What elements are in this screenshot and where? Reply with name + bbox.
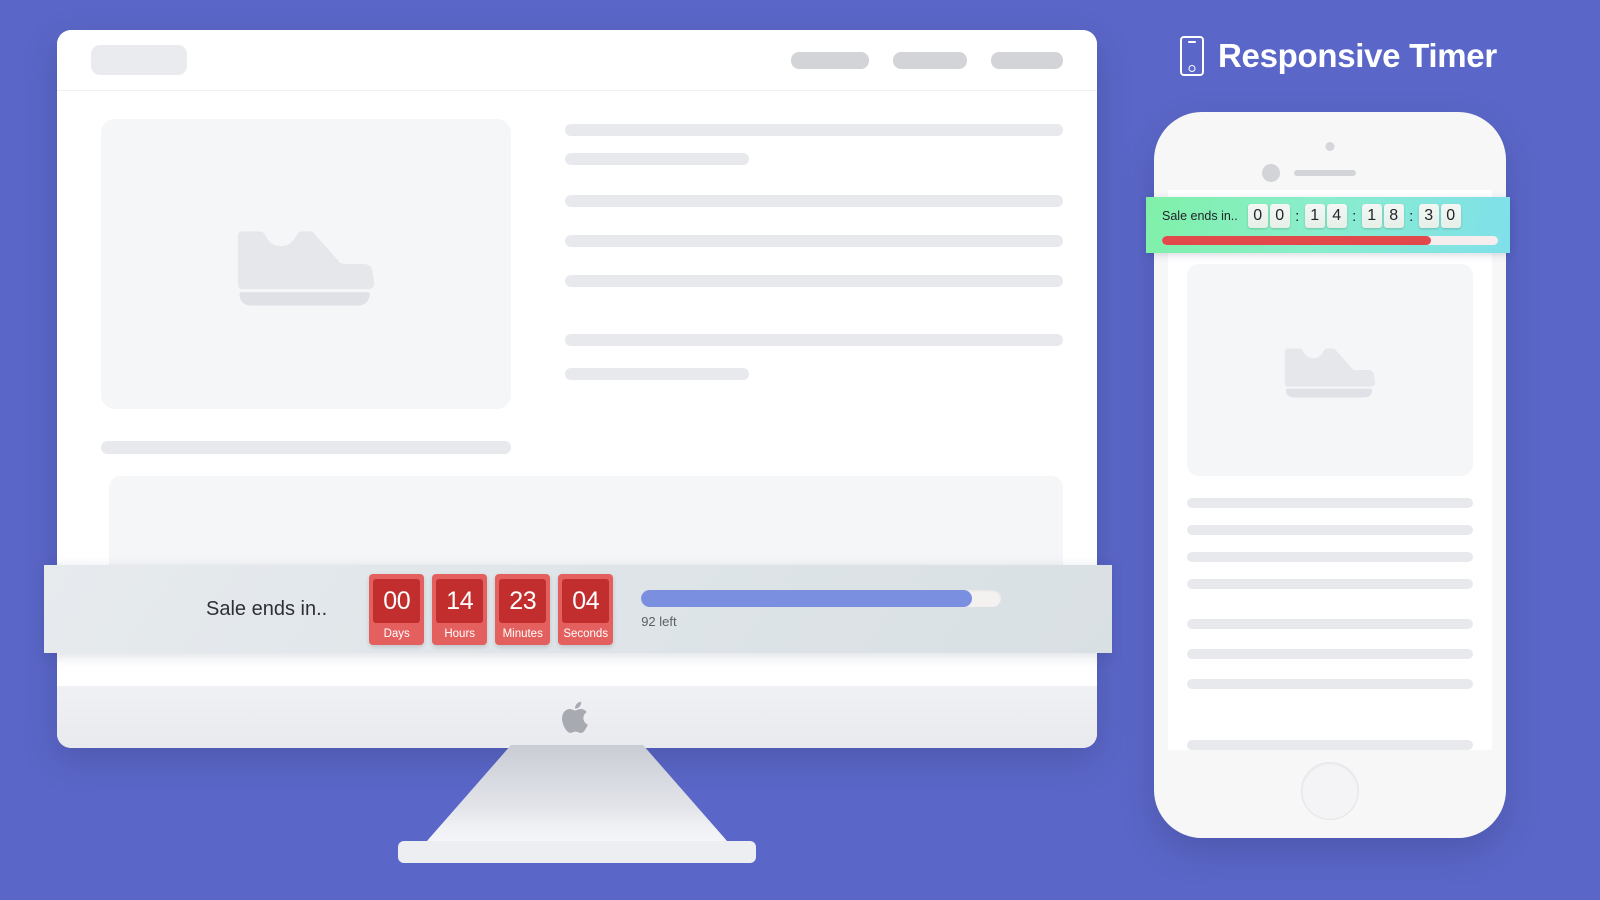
countdown-value-hours: 14 — [436, 578, 484, 623]
mobile-countdown-bar: Sale ends in.. 00:14:18:30 — [1146, 197, 1510, 253]
site-header — [57, 30, 1097, 91]
nav-item-1[interactable] — [791, 51, 869, 69]
skeleton-line — [565, 124, 1063, 136]
countdown-label-minutes: Minutes — [502, 627, 543, 640]
screenshot-stage: Responsive Timer Sale ends in.. 00 Days … — [0, 0, 1600, 900]
skeleton-line — [565, 334, 1063, 346]
product-text-skeleton — [565, 119, 1063, 454]
mobile-text-skeleton — [1187, 498, 1473, 750]
skeleton-line — [1187, 679, 1473, 689]
digit-separator: : — [1352, 207, 1357, 225]
site-nav — [791, 51, 1063, 69]
product-image-card — [101, 119, 511, 409]
home-button[interactable] — [1301, 762, 1359, 820]
mobile-product-image-card — [1187, 264, 1473, 476]
imac-stand-foot — [398, 841, 756, 863]
countdown-unit-seconds: 04 Seconds — [558, 573, 614, 645]
countdown-unit-days: 00 Days — [369, 573, 425, 645]
iphone-screen — [1168, 190, 1492, 750]
skeleton-line — [1187, 649, 1473, 659]
countdown-unit-hours: 14 Hours — [432, 573, 488, 645]
digit-separator: : — [1295, 207, 1300, 225]
page-title-row: Responsive Timer — [1180, 36, 1497, 76]
desktop-timer-label: Sale ends in.. — [206, 597, 328, 620]
mobile-progress-track — [1162, 236, 1498, 245]
skeleton-line — [565, 153, 750, 165]
mobile-countdown-row: Sale ends in.. 00:14:18:30 — [1162, 204, 1498, 228]
mobile-phone-icon — [1180, 36, 1204, 76]
skeleton-line — [1187, 525, 1473, 535]
countdown-value-seconds: 04 — [562, 578, 610, 623]
countdown-label-days: Days — [383, 627, 410, 640]
skeleton-line — [1187, 498, 1473, 508]
skeleton-line — [1187, 552, 1473, 562]
earpiece-speaker-icon — [1294, 170, 1356, 176]
skeleton-line — [1187, 619, 1473, 629]
countdown-unit-minutes: 23 Minutes — [495, 573, 551, 645]
desktop-stock-progress: 92 left — [641, 589, 1131, 629]
front-camera-icon — [1325, 142, 1335, 151]
countdown-digit: 4 — [1326, 204, 1347, 228]
skeleton-line — [565, 235, 1063, 247]
countdown-value-days: 00 — [373, 578, 421, 623]
mobile-timer-label: Sale ends in.. — [1162, 209, 1238, 223]
countdown-digit: 0 — [1269, 204, 1290, 228]
skeleton-line — [565, 195, 1063, 207]
countdown-digit: 1 — [1304, 204, 1325, 228]
skeleton-line — [565, 275, 1063, 287]
skeleton-line — [565, 368, 750, 380]
product-column — [101, 119, 511, 454]
desktop-countdown-units: 00 Days 14 Hours 23 Minutes 04 Seconds — [369, 573, 614, 645]
skeleton-line — [1187, 579, 1473, 589]
digit-separator: : — [1409, 207, 1414, 225]
imac-chin — [57, 686, 1097, 748]
countdown-digit: 8 — [1383, 204, 1404, 228]
imac-stand — [57, 745, 1097, 863]
mobile-progress-fill — [1162, 236, 1431, 245]
mobile-countdown-digits: 00:14:18:30 — [1247, 204, 1461, 228]
countdown-value-minutes: 23 — [499, 578, 547, 623]
page-title: Responsive Timer — [1218, 37, 1497, 74]
countdown-digit: 0 — [1247, 204, 1268, 228]
countdown-digit: 3 — [1418, 204, 1439, 228]
countdown-digit: 0 — [1440, 204, 1461, 228]
progress-fill — [641, 589, 973, 607]
countdown-digit: 1 — [1361, 204, 1382, 228]
site-body — [57, 91, 1097, 454]
logo-placeholder — [91, 45, 187, 75]
countdown-label-hours: Hours — [444, 627, 476, 640]
nav-item-2[interactable] — [893, 51, 967, 69]
nav-item-3[interactable] — [991, 51, 1063, 69]
iphone-top-bezel — [1154, 112, 1506, 190]
countdown-label-seconds: Seconds — [563, 627, 609, 640]
apple-logo — [562, 701, 588, 733]
sneaker-icon — [237, 231, 375, 306]
sensor-icon — [1262, 164, 1280, 182]
skeleton-line — [1187, 740, 1473, 750]
stock-left-label: 92 left — [641, 613, 677, 629]
product-caption-placeholder — [101, 441, 511, 454]
desktop-countdown-bar: Sale ends in.. 00 Days 14 Hours 23 Minut… — [44, 565, 1112, 653]
progress-track — [641, 589, 1002, 607]
sneaker-icon — [1284, 348, 1376, 398]
imac-stand-neck — [427, 745, 727, 841]
